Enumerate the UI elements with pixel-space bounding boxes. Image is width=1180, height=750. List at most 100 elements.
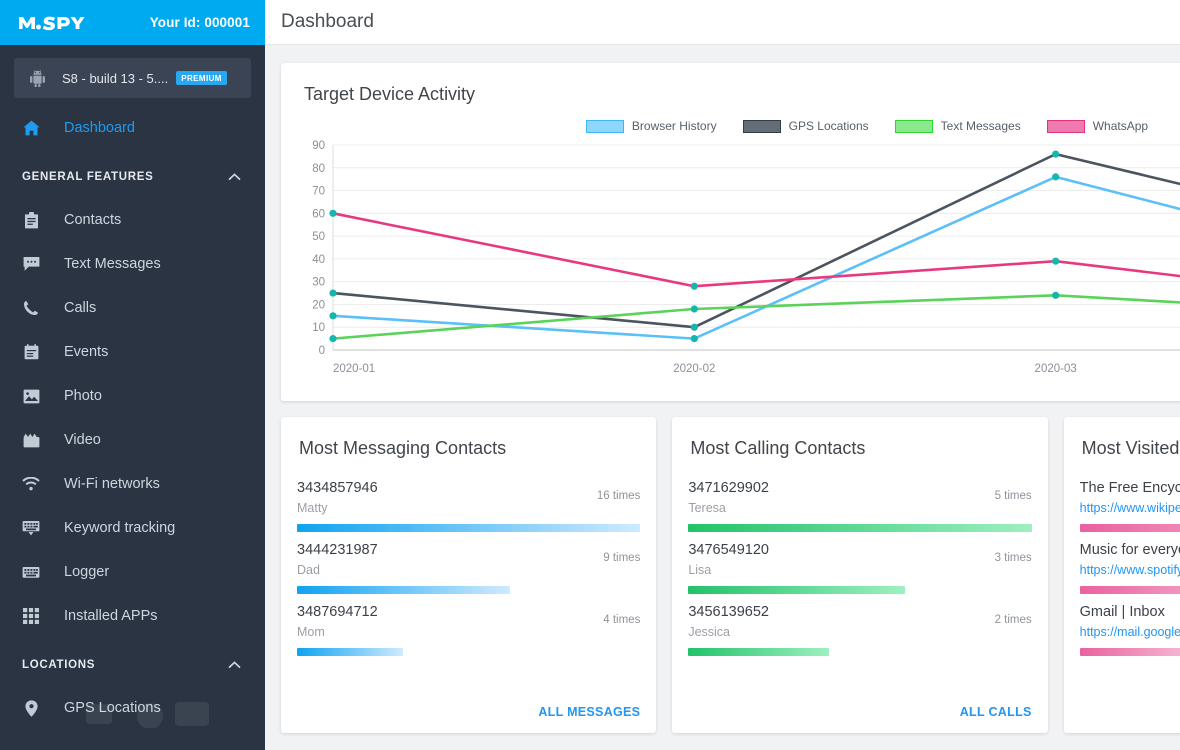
list-item[interactable]: Gmail | Inbox https://mail.google.com/ 3… bbox=[1079, 603, 1180, 656]
sidebar-item-events[interactable]: Events bbox=[0, 330, 265, 374]
svg-text:90: 90 bbox=[312, 140, 325, 152]
contact-count: 16 times bbox=[596, 490, 641, 502]
page-title: Dashboard bbox=[281, 11, 374, 32]
wifi-icon bbox=[18, 477, 44, 491]
main-area: Dashboard Target Device Activity Browser… bbox=[265, 0, 1180, 750]
legend-item[interactable]: WhatsApp bbox=[1046, 119, 1149, 133]
legend-item[interactable]: Browser History bbox=[585, 119, 717, 133]
progress-fill bbox=[1079, 524, 1180, 532]
contact-count: 2 times bbox=[994, 614, 1032, 626]
list-item[interactable]: 3434857946 Matty 16 times bbox=[297, 479, 641, 532]
legend-swatch-whatsapp bbox=[1046, 119, 1085, 133]
legend-item[interactable]: Text Messages bbox=[894, 119, 1021, 133]
progress-track bbox=[688, 586, 1031, 594]
device-selector[interactable]: S8 - build 13 - 5.... PREMIUM bbox=[14, 58, 251, 98]
progress-track bbox=[297, 524, 641, 532]
contact-name: Mom bbox=[297, 625, 325, 639]
website-url[interactable]: https://www.wikipedia.org/ bbox=[1080, 499, 1180, 517]
list-item[interactable]: 3456139652 Jessica 2 times bbox=[688, 603, 1032, 656]
sidebar-item-label: Installed APPs bbox=[64, 608, 158, 624]
mspy-logo[interactable] bbox=[18, 13, 90, 33]
contacts-icon bbox=[18, 211, 44, 229]
sidebar-item-text-messages[interactable]: Text Messages bbox=[0, 242, 265, 286]
dashboard-content: Target Device Activity Browser History G… bbox=[265, 45, 1180, 750]
progress-track bbox=[688, 524, 1032, 532]
legend-swatch-browser-history bbox=[585, 119, 624, 133]
list-item[interactable]: The Free Encyclopedia https://www.wikipe… bbox=[1079, 479, 1180, 532]
section-title: GENERAL FEATURES bbox=[22, 171, 154, 183]
list-item[interactable]: 3444231987 Dad 9 times bbox=[297, 541, 640, 594]
section-title: LOCATIONS bbox=[22, 659, 96, 671]
progress-fill bbox=[297, 524, 641, 532]
home-icon bbox=[18, 120, 44, 136]
sidebar: Your Id: 000001 S8 - build 13 - 5.... PR… bbox=[0, 0, 265, 750]
sidebar-section-locations[interactable]: LOCATIONS bbox=[0, 644, 265, 686]
contact-name: Jessica bbox=[688, 625, 731, 639]
sidebar-item-calls[interactable]: Calls bbox=[0, 286, 265, 330]
legend-swatch-text-messages bbox=[894, 119, 933, 133]
svg-text:2020-01: 2020-01 bbox=[333, 363, 375, 375]
summary-cards-row: Most Messaging Contacts 3434857946 Matty… bbox=[281, 417, 1180, 733]
progress-fill bbox=[688, 524, 1032, 532]
legend-swatch-gps-locations bbox=[742, 119, 781, 133]
contact-list: 3434857946 Matty 16 times 3444231987 Dad… bbox=[297, 479, 641, 699]
contact-number: 3434857946 bbox=[297, 480, 378, 496]
chevron-up-icon bbox=[228, 656, 241, 674]
sidebar-item-gps-locations[interactable]: GPS Locations bbox=[0, 686, 265, 730]
brand-bar: Your Id: 000001 bbox=[0, 0, 265, 45]
website-url[interactable]: https://www.spotify.com/ bbox=[1080, 561, 1180, 579]
legend-item[interactable]: GPS Locations bbox=[742, 119, 869, 133]
sidebar-section-general-features[interactable]: GENERAL FEATURES bbox=[0, 156, 265, 198]
video-icon bbox=[18, 433, 44, 448]
contact-name: Teresa bbox=[688, 501, 726, 515]
list-item[interactable]: 3487694712 Mom 4 times bbox=[297, 603, 640, 656]
list-item[interactable]: 3471629902 Teresa 5 times bbox=[688, 479, 1032, 532]
website-title: Gmail | Inbox bbox=[1079, 604, 1165, 620]
card-title: Most Visited Websites bbox=[1081, 438, 1180, 458]
svg-text:50: 50 bbox=[312, 231, 325, 243]
top-bar: Dashboard bbox=[265, 0, 1180, 45]
svg-text:80: 80 bbox=[312, 163, 325, 175]
contact-name: Matty bbox=[297, 501, 328, 515]
sidebar-item-dashboard[interactable]: Dashboard bbox=[0, 106, 265, 150]
contact-number: 3456139652 bbox=[688, 604, 769, 620]
list-item[interactable]: Music for everyone. https://www.spotify.… bbox=[1079, 541, 1180, 594]
contact-number: 3471629902 bbox=[688, 480, 769, 496]
sidebar-item-logger[interactable]: Logger bbox=[0, 550, 265, 594]
legend-label: GPS Locations bbox=[788, 119, 869, 133]
card-title: Most Calling Contacts bbox=[690, 438, 866, 458]
legend-label: WhatsApp bbox=[1092, 119, 1149, 133]
sidebar-item-photo[interactable]: Photo bbox=[0, 374, 265, 418]
sidebar-item-keyword-tracking[interactable]: Keyword tracking bbox=[0, 506, 265, 550]
sidebar-item-label: Dashboard bbox=[64, 120, 135, 136]
svg-text:10: 10 bbox=[312, 322, 325, 334]
card-title: Most Messaging Contacts bbox=[299, 438, 507, 458]
sidebar-item-label: Wi-Fi networks bbox=[64, 476, 160, 492]
sidebar-item-installed-apps[interactable]: Installed APPs bbox=[0, 594, 265, 638]
progress-fill bbox=[1079, 586, 1180, 594]
svg-text:40: 40 bbox=[312, 254, 325, 266]
contact-count: 5 times bbox=[994, 490, 1032, 502]
sidebar-item-contacts[interactable]: Contacts bbox=[0, 198, 265, 242]
sidebar-item-label: Logger bbox=[64, 564, 110, 580]
sidebar-item-video[interactable]: Video bbox=[0, 418, 265, 462]
website-url[interactable]: https://mail.google.com/ bbox=[1080, 623, 1180, 641]
app-root: Your Id: 000001 S8 - build 13 - 5.... PR… bbox=[0, 0, 1180, 750]
progress-track bbox=[1079, 524, 1180, 532]
progress-fill bbox=[1079, 648, 1180, 656]
device-name: S8 - build 13 - 5.... bbox=[62, 70, 169, 86]
sidebar-item-wifi-networks[interactable]: Wi-Fi networks bbox=[0, 462, 265, 506]
list-item[interactable]: 3476549120 Lisa 3 times bbox=[688, 541, 1032, 594]
progress-fill bbox=[297, 586, 510, 594]
card-footer: ALL MESSAGES bbox=[297, 699, 640, 721]
most-visited-websites-card: Most Visited Websites The Free Encyclope… bbox=[1063, 417, 1180, 733]
svg-text:2020-03: 2020-03 bbox=[1035, 363, 1077, 375]
all-calls-link[interactable]: ALL CALLS bbox=[960, 705, 1032, 719]
all-messages-link[interactable]: ALL MESSAGES bbox=[538, 705, 640, 719]
contact-list: 3471629902 Teresa 5 times 3476549120 Lis… bbox=[688, 479, 1032, 699]
progress-fill bbox=[297, 648, 404, 656]
most-messaging-contacts-card: Most Messaging Contacts 3434857946 Matty… bbox=[281, 417, 657, 733]
sidebar-item-label: Keyword tracking bbox=[64, 520, 176, 536]
premium-badge: PREMIUM bbox=[176, 71, 227, 85]
website-title: The Free Encyclopedia bbox=[1079, 480, 1180, 496]
